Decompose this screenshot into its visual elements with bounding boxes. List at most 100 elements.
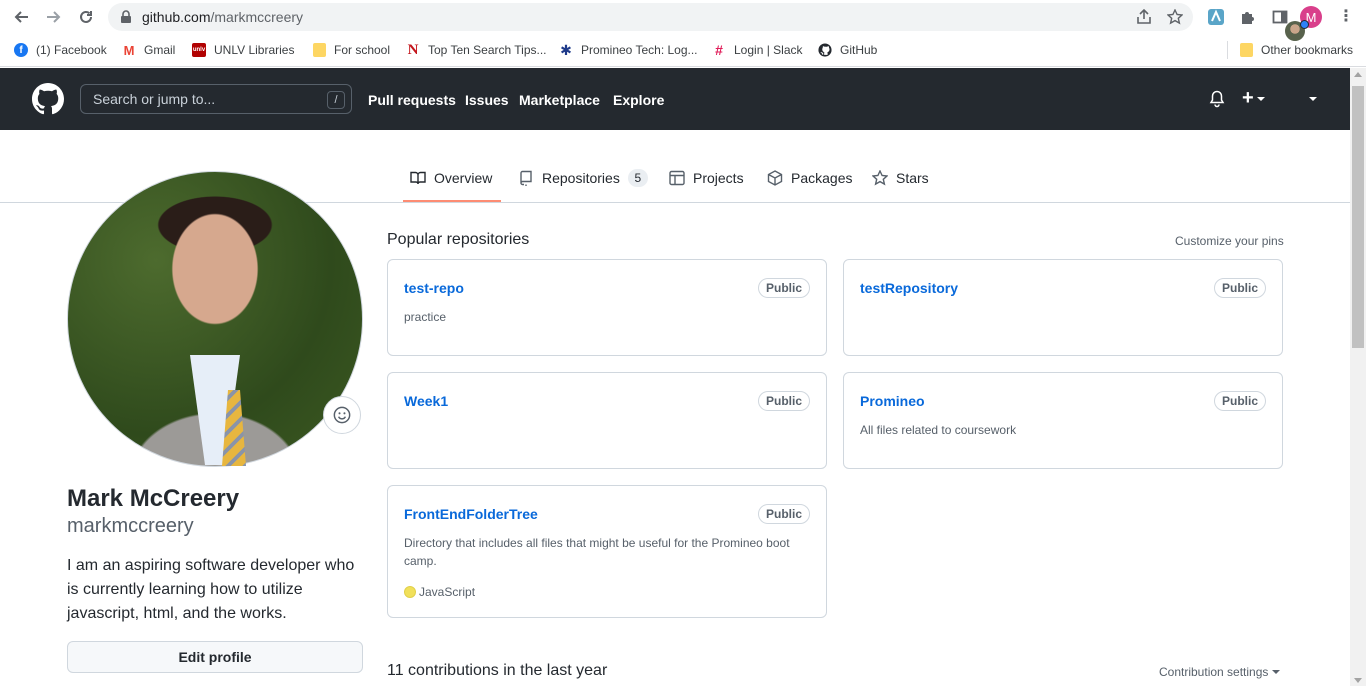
repo-language: JavaScript	[404, 585, 475, 599]
browser-toolbar: github.com/markmccreery M ⋮	[0, 0, 1366, 34]
package-icon	[767, 170, 783, 186]
scrollbar-thumb[interactable]	[1352, 86, 1364, 348]
tab-label: Stars	[896, 170, 929, 186]
bookmark-facebook[interactable]: f (1) Facebook	[14, 41, 107, 59]
url-host: github.com	[142, 9, 211, 25]
bookmark-label: Gmail	[144, 43, 176, 57]
caret-down-icon	[1256, 96, 1265, 101]
bookmark-for-school[interactable]: For school	[313, 41, 390, 59]
bookmark-label: GitHub	[840, 43, 878, 57]
tab-packages[interactable]: Packages	[767, 168, 852, 188]
folder-icon	[1240, 43, 1253, 57]
bookmark-slack[interactable]: # Login | Slack	[712, 41, 803, 59]
repo-description: practice	[404, 310, 447, 324]
nav-pull-requests[interactable]: Pull requests	[368, 92, 456, 108]
bookmarks-separator	[1227, 41, 1228, 59]
star-bookmark-icon[interactable]	[1167, 9, 1183, 25]
share-icon[interactable]	[1135, 9, 1153, 25]
bookmark-label: Login | Slack	[734, 43, 803, 57]
nav-issues[interactable]: Issues	[465, 92, 509, 108]
slack-icon: #	[712, 42, 726, 58]
unlv-icon: unlv	[192, 43, 206, 57]
create-new-dropdown[interactable]: +	[1242, 87, 1265, 110]
repo-description: Directory that includes all files that m…	[404, 536, 790, 568]
github-mark-icon	[818, 43, 832, 57]
tab-repositories[interactable]: Repositories 5	[518, 168, 648, 188]
visibility-badge: Public	[757, 391, 810, 411]
reload-icon[interactable]	[74, 5, 98, 29]
bookmark-label: Top Ten Search Tips...	[428, 43, 547, 57]
star-icon	[872, 170, 888, 186]
folder-icon	[313, 43, 326, 57]
repo-card: test-repo Public practice	[387, 259, 827, 356]
visibility-badge: Public	[757, 278, 810, 298]
puzzle-extensions-icon[interactable]	[1238, 7, 1258, 27]
repo-name-link[interactable]: testRepository	[860, 280, 958, 296]
search-placeholder: Search or jump to...	[93, 91, 216, 107]
visibility-badge: Public	[1213, 278, 1266, 298]
bell-icon[interactable]	[1209, 90, 1225, 108]
caret-down-icon	[1272, 670, 1281, 674]
plus-icon: +	[1242, 87, 1254, 109]
repo-name-link[interactable]: FrontEndFolderTree	[404, 506, 538, 522]
language-color-dot	[404, 586, 416, 598]
status-dot	[1300, 20, 1309, 29]
search-shortcut-key: /	[327, 91, 345, 109]
edit-profile-button[interactable]: Edit profile	[67, 641, 363, 673]
url-text: github.com/markmccreery	[142, 9, 303, 25]
repo-description: All files related to coursework	[860, 423, 1017, 437]
profile-name: Mark McCreery	[67, 485, 240, 512]
forward-arrow-icon[interactable]	[42, 5, 66, 29]
search-input[interactable]: Search or jump to... /	[80, 84, 352, 114]
other-bookmarks[interactable]: Other bookmarks	[1240, 41, 1353, 59]
github-header: Search or jump to... / Pull requests Iss…	[0, 68, 1350, 130]
bookmark-label: For school	[334, 43, 391, 57]
profile-username: markmccreery	[67, 515, 194, 537]
smiley-icon	[333, 406, 351, 424]
nav-explore[interactable]: Explore	[613, 92, 664, 108]
bookmark-label: UNLV Libraries	[214, 43, 295, 57]
table-icon	[669, 170, 685, 186]
tab-label: Overview	[434, 170, 493, 186]
gmail-icon: M	[122, 42, 136, 58]
address-bar[interactable]: github.com/markmccreery	[108, 3, 1193, 31]
nav-marketplace[interactable]: Marketplace	[519, 92, 600, 108]
tab-overview[interactable]: Overview	[410, 168, 492, 188]
tab-projects[interactable]: Projects	[669, 168, 744, 188]
lock-icon	[121, 10, 131, 23]
bookmark-top-ten-search-tips[interactable]: N Top Ten Search Tips...	[406, 41, 547, 59]
profile-bio: I am an aspiring software developer who …	[67, 557, 355, 622]
scroll-down-arrow-icon[interactable]	[1354, 678, 1362, 683]
repo-card: FrontEndFolderTree Public Directory that…	[387, 485, 827, 618]
scroll-up-arrow-icon[interactable]	[1354, 72, 1362, 77]
selected-tab-indicator	[403, 200, 501, 202]
extension-app-icon[interactable]	[1206, 7, 1226, 27]
bookmark-promineo-tech[interactable]: ✱ Promineo Tech: Log...	[559, 41, 698, 59]
repo-name-link[interactable]: test-repo	[404, 280, 464, 296]
github-logo-icon[interactable]	[32, 83, 64, 115]
bookmark-label: (1) Facebook	[36, 43, 107, 57]
tab-stars[interactable]: Stars	[872, 168, 929, 188]
contribution-settings-dropdown[interactable]: Contribution settings	[1159, 665, 1281, 679]
repo-name-link[interactable]: Week1	[404, 393, 448, 409]
bookmark-gmail[interactable]: M Gmail	[122, 41, 175, 59]
back-arrow-icon[interactable]	[9, 5, 33, 29]
repo-name-link[interactable]: Promineo	[860, 393, 925, 409]
browser-menu-icon[interactable]: ⋮	[1338, 6, 1354, 26]
promineo-icon: ✱	[559, 41, 573, 58]
url-path: /markmccreery	[210, 9, 304, 25]
popular-repositories-heading: Popular repositories	[387, 231, 530, 248]
repositories-count-badge: 5	[627, 169, 648, 187]
bookmark-label: Other bookmarks	[1261, 43, 1354, 57]
book-icon	[410, 171, 426, 185]
repo-icon	[520, 170, 532, 186]
contribution-settings-label: Contribution settings	[1159, 665, 1269, 679]
tab-label: Projects	[693, 170, 744, 186]
bookmark-unlv-libraries[interactable]: unlv UNLV Libraries	[192, 41, 294, 59]
repo-card: testRepository Public	[843, 259, 1283, 356]
customize-pins-link[interactable]: Customize your pins	[1175, 234, 1284, 248]
visibility-badge: Public	[757, 504, 810, 524]
set-status-button[interactable]	[323, 396, 361, 434]
avatar-caret-down-icon[interactable]	[1309, 97, 1317, 101]
bookmark-github[interactable]: GitHub	[818, 41, 877, 59]
